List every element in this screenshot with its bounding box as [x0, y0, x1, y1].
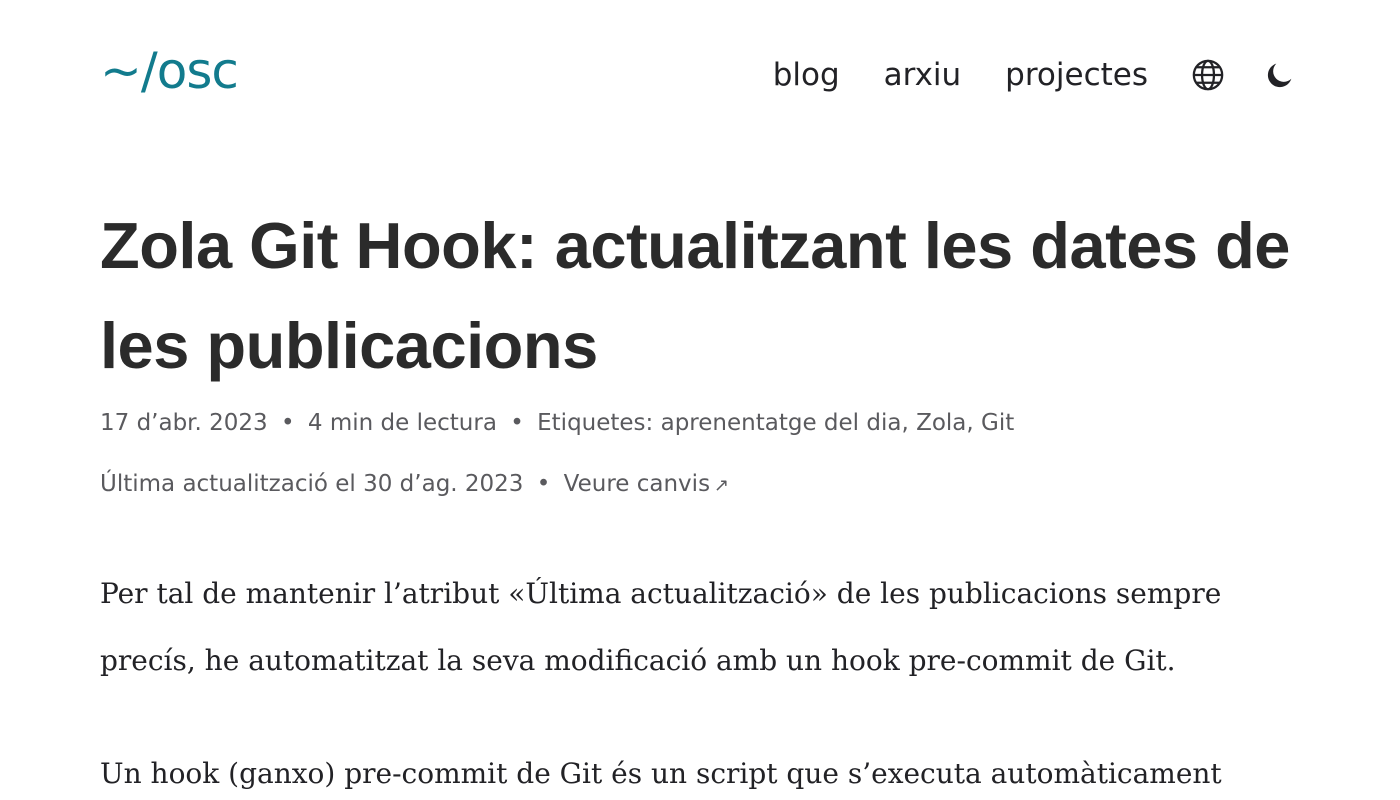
nav-link-projects[interactable]: projectes: [1005, 50, 1148, 100]
main-nav: blog arxiu projectes: [773, 50, 1300, 100]
article-update-meta: Última actualització el 30 d’ag. 2023 • …: [100, 467, 729, 503]
language-switcher-button[interactable]: [1188, 55, 1228, 95]
tag-comma: ,: [901, 410, 909, 436]
moon-icon: [1267, 63, 1292, 88]
meta-separator: •: [510, 410, 524, 436]
tag-link[interactable]: Zola: [916, 410, 966, 436]
theme-toggle-button[interactable]: [1260, 55, 1300, 95]
view-changes-label: Veure canvis: [563, 471, 711, 497]
article-title: Zola Git Hook: actualitzant les dates de…: [100, 209, 1290, 382]
reading-time: 4 min de lectura: [307, 410, 497, 436]
nav-link-blog[interactable]: blog: [773, 50, 840, 100]
tag-comma: ,: [966, 410, 974, 436]
last-updated: Última actualització el 30 d’ag. 2023: [100, 471, 524, 497]
article-paragraph: Per tal de mantenir l’atribut «Última ac…: [100, 577, 1222, 677]
article-paragraph: Un hook (ganxo) pre-commit de Git és un …: [100, 757, 1222, 790]
globe-icon: [1192, 59, 1224, 91]
view-changes-link[interactable]: Veure canvis ↗: [564, 471, 729, 497]
nav-link-archive[interactable]: arxiu: [884, 50, 962, 100]
meta-separator: •: [536, 471, 551, 497]
page: ~/osc blog arxiu projectes Zola Git Hook…: [0, 0, 1400, 800]
publish-date: 17 d’abr. 2023: [100, 410, 268, 436]
tags-label: Etiquetes:: [537, 410, 654, 436]
site-logo[interactable]: ~/osc: [100, 36, 239, 106]
tag-link[interactable]: aprenentatge del dia: [661, 410, 902, 436]
external-link-icon: ↗: [714, 475, 730, 496]
site-header: ~/osc blog arxiu projectes: [100, 0, 1300, 150]
tag-link[interactable]: Git: [981, 410, 1014, 436]
article-meta: 17 d’abr. 2023 • 4 min de lectura • Etiq…: [100, 406, 1014, 440]
meta-separator: •: [281, 410, 295, 436]
